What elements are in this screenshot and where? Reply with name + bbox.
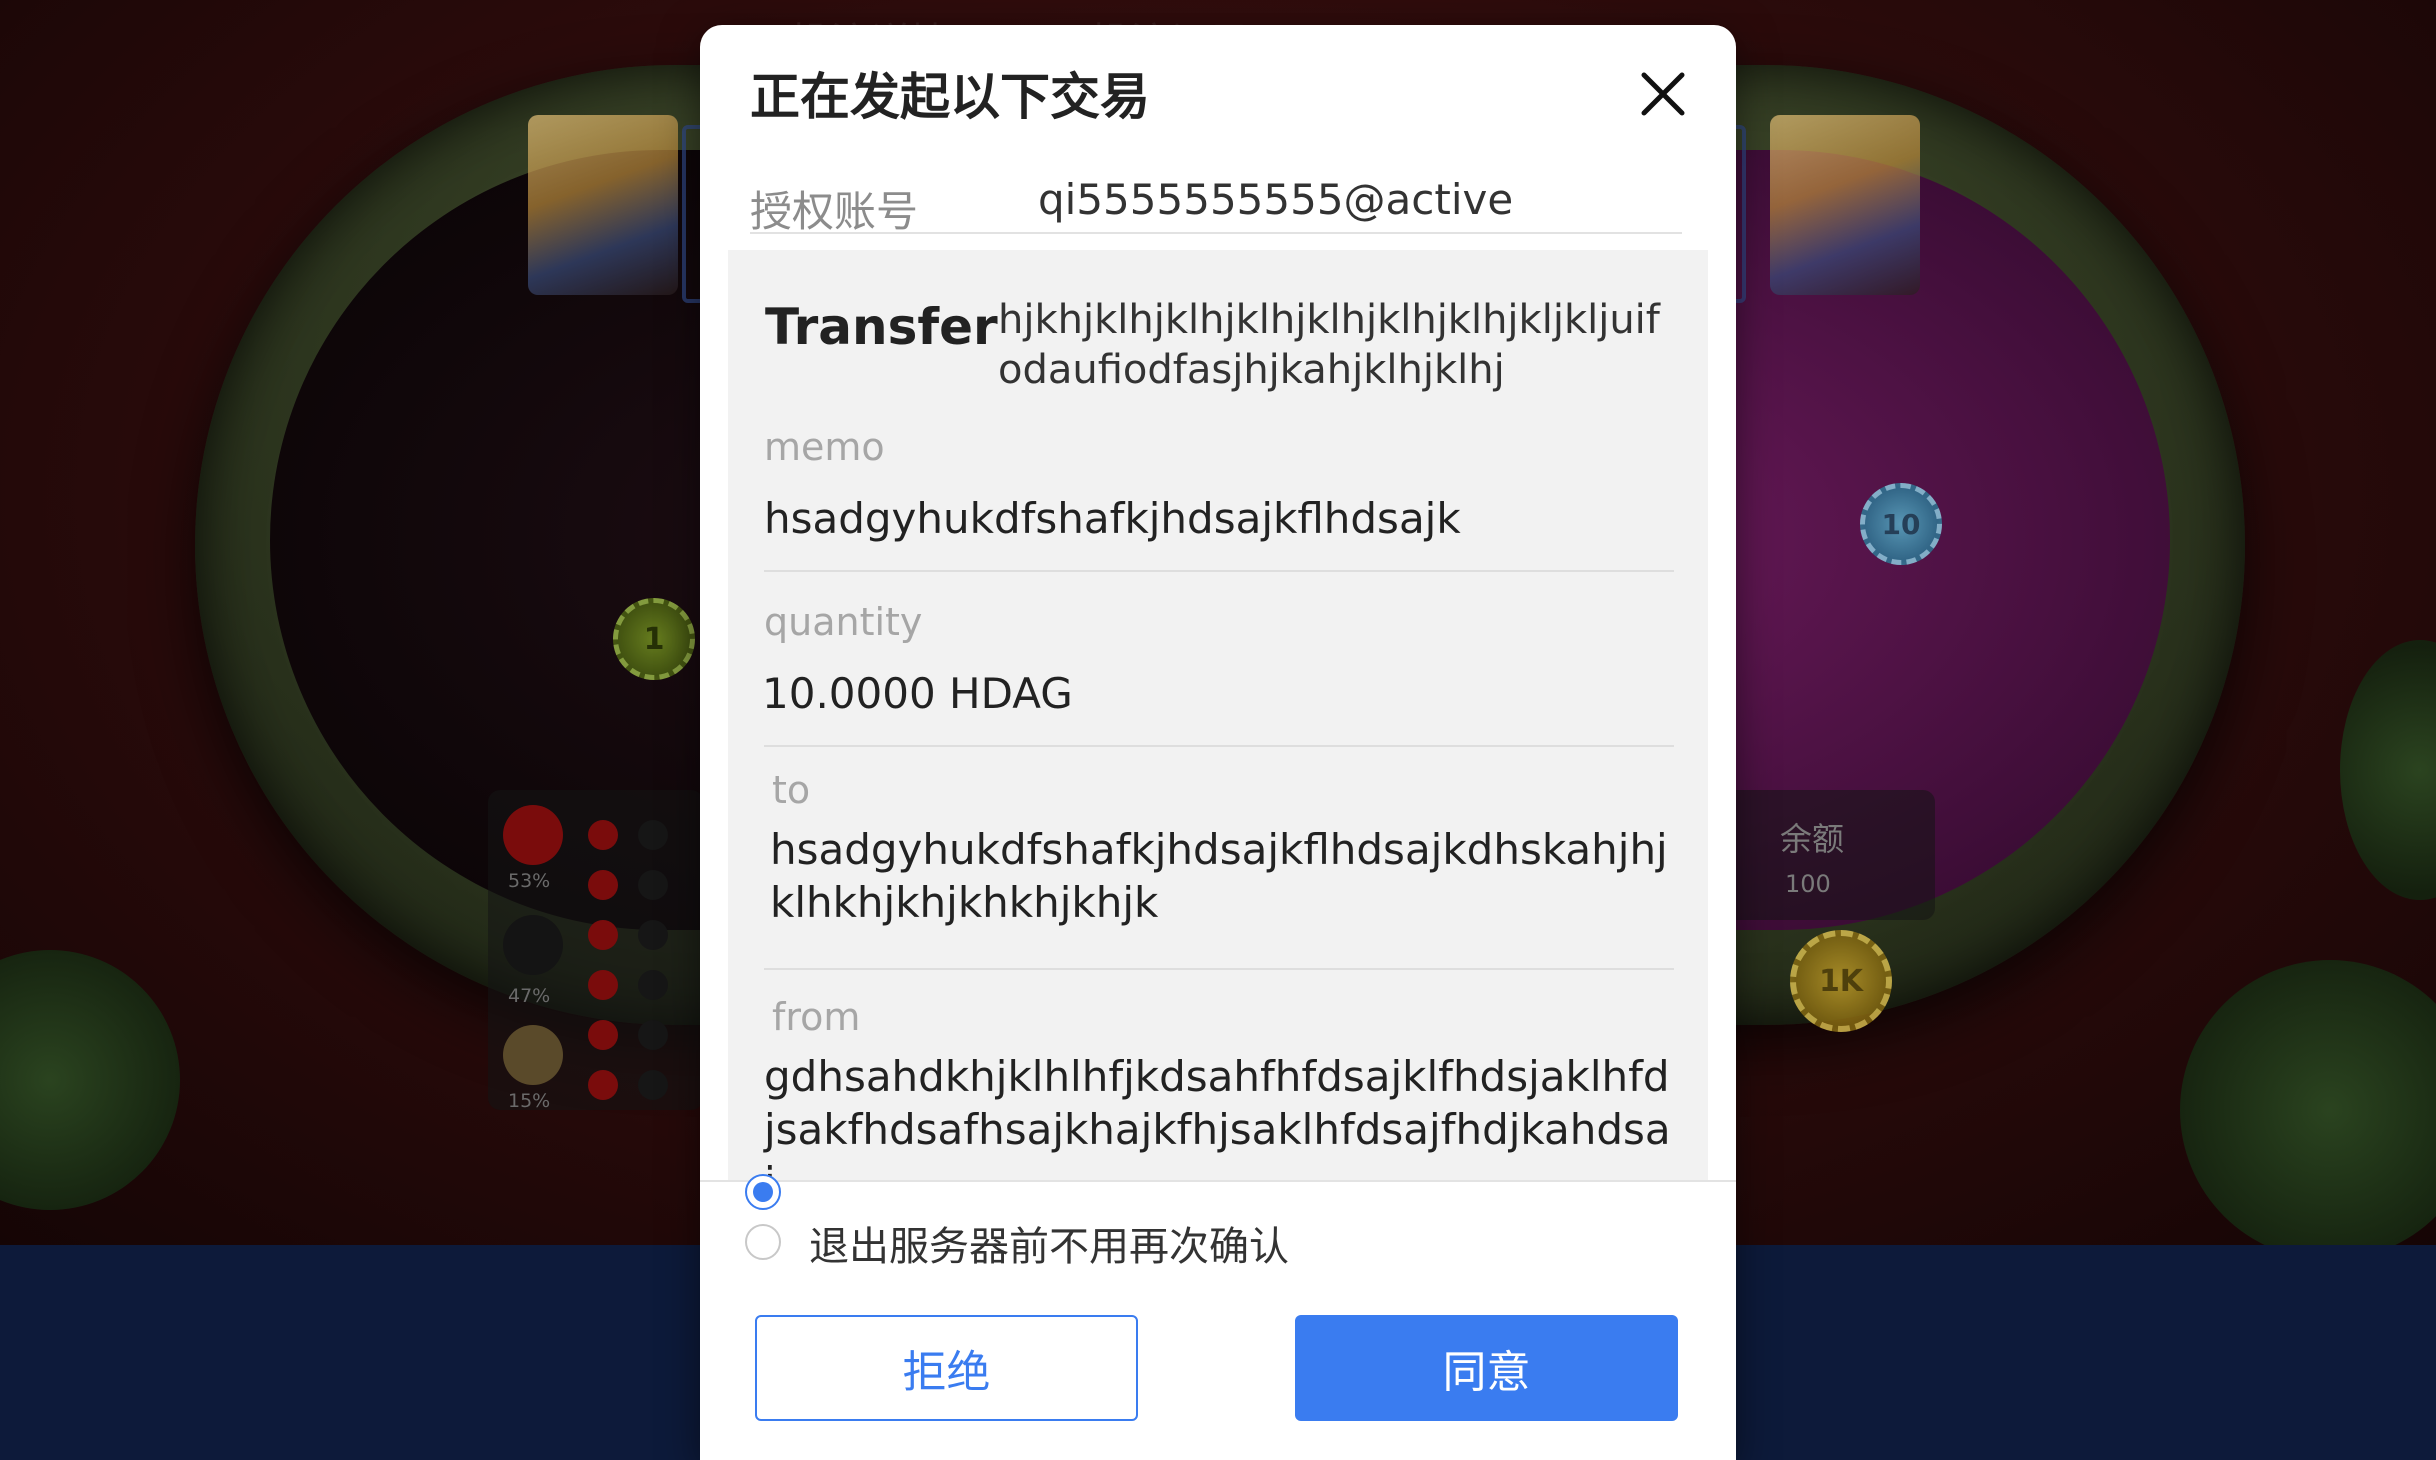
crown-icon (503, 1025, 563, 1085)
plant-decoration-right-upper (2340, 640, 2436, 900)
history-dot (588, 1070, 618, 1100)
history-dot (638, 1020, 668, 1050)
history-dot (588, 920, 618, 950)
chip-blue: 10 (1860, 483, 1942, 565)
red-percent: 53% (508, 870, 551, 892)
balance-value: 100 (1785, 870, 1831, 898)
history-dot (638, 870, 668, 900)
transaction-details[interactable]: Transfer hjkhjklhjklhjklhjklhjklhjklhjkl… (728, 250, 1708, 1180)
bet-stats-panel: 53% 47% 15% (488, 790, 703, 1112)
quantity-label: quantity (764, 600, 923, 644)
history-dot (638, 820, 668, 850)
account-value: qi5555555555@active (1038, 175, 1514, 224)
action-name: Transfer (765, 298, 998, 356)
memo-field: memo hsadgyhukdfshafkjhdsajkflhdsajk (764, 425, 1674, 572)
crown-percent: 15% (508, 1090, 551, 1112)
close-button[interactable] (1632, 63, 1694, 125)
history-dot (638, 1070, 668, 1100)
action-contract: hjkhjklhjklhjklhjklhjklhjklhjkljkljuifod… (998, 297, 1660, 393)
black-big-dot (503, 915, 563, 975)
history-dot (588, 870, 618, 900)
from-label: from (772, 995, 861, 1039)
to-label: to (772, 768, 811, 812)
chip-green: 1 (613, 598, 695, 680)
reject-button[interactable]: 拒绝 (755, 1315, 1138, 1421)
history-dot (588, 1020, 618, 1050)
chip-gold: 1K (1790, 930, 1892, 1032)
history-dot (588, 820, 618, 850)
balance-label: 余额 (1780, 820, 1845, 858)
plant-decoration-left (0, 950, 180, 1210)
no-reconfirm-label[interactable]: 退出服务器前不用再次确认 (809, 1214, 1289, 1272)
close-icon (1641, 72, 1685, 116)
from-field: from gdhsahdkhjklhlhfjkdsahfhfdsajklfhds… (764, 995, 1674, 1180)
memo-value: hsadgyhukdfshafkjhdsajkflhdsajk (764, 494, 1461, 543)
history-dot (588, 970, 618, 1000)
quantity-field: quantity 10.0000 HDAG (762, 600, 1674, 747)
account-label: 授权账号 (750, 187, 919, 236)
authorized-account-row: 授权账号 qi5555555555@active (750, 150, 1682, 236)
history-dot (638, 970, 668, 1000)
from-value: gdhsahdkhjklhlhfjkdsahfhfdsajklfhdsjaklh… (764, 1052, 1671, 1180)
to-field: to hsadgyhukdfshafkjhdsajkflhdsajkdhskah… (764, 768, 1674, 970)
balance-panel: 余额 100 (1720, 790, 1935, 920)
plant-decoration-right (2180, 960, 2436, 1245)
to-value: hsadgyhukdfshafkjhdsajkflhdsajkdhskahjhj… (770, 825, 1668, 927)
king-card (528, 115, 678, 295)
queen-card (1770, 115, 1920, 295)
history-dot (638, 920, 668, 950)
no-reconfirm-radio[interactable] (745, 1224, 781, 1260)
transaction-modal: 正在发起以下交易 授权账号 qi5555555555@active Transf… (700, 25, 1736, 1460)
quantity-value: 10.0000 HDAG (762, 669, 1073, 718)
agree-button[interactable]: 同意 (1295, 1315, 1678, 1421)
red-big-dot (503, 805, 563, 865)
radio-option-selected[interactable] (745, 1174, 781, 1210)
black-percent: 47% (508, 985, 551, 1007)
memo-label: memo (764, 425, 885, 469)
modal-title: 正在发起以下交易 (750, 68, 1150, 126)
